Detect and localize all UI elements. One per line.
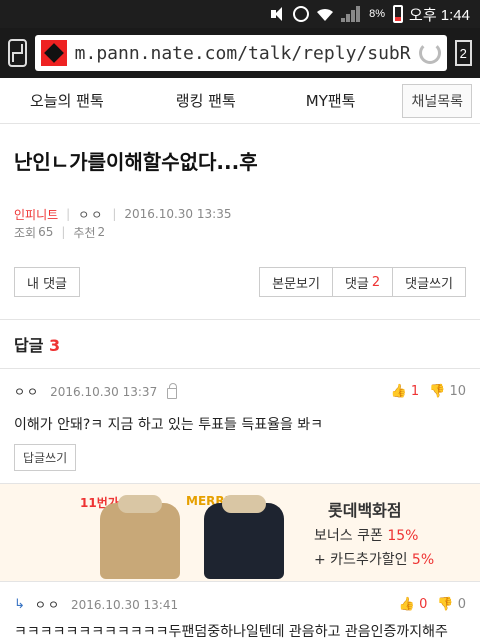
replies-label: 답글 — [14, 336, 44, 355]
sub-comment-datetime: 2016.10.30 13:41 — [71, 597, 179, 612]
comments-count: 2 — [371, 274, 381, 290]
signal-icon — [341, 6, 363, 22]
address-bar[interactable]: m.pann.nate.com/talk/reply/subR — [34, 35, 447, 71]
thumbs-down-button[interactable]: 👎 10 — [429, 384, 466, 399]
ad-banner[interactable]: 11번가 MERRELL 롯데백화점 보너스 쿠폰 15% + 카드추가할인 5… — [0, 484, 480, 582]
status-bar: 8% 오후 1:44 — [0, 0, 480, 28]
recommend-label: 추천 — [73, 225, 96, 240]
comment-item: ㅇㅇ 2016.10.30 13:37 👍 1 👎 10 이해가 안돼?ㅋ 지금… — [0, 369, 480, 484]
nav-today-fantalk[interactable]: 오늘의 팬톡 — [30, 90, 104, 111]
channel-list-button[interactable]: 채널목록 — [402, 83, 472, 118]
jacket-image-tan — [100, 494, 180, 579]
post-user: ㅇㅇ — [78, 207, 105, 222]
reply-arrow-icon: ↳ — [14, 597, 25, 612]
site-logo-icon — [40, 40, 67, 66]
channel-name[interactable]: 인피니트 — [14, 206, 58, 223]
view-post-button[interactable]: 본문보기 — [259, 267, 333, 297]
comment-body: 이해가 안돼?ㅋ 지금 하고 있는 투표들 득표율을 봐ㅋ — [14, 417, 324, 433]
ad-line1-value: 15% — [387, 527, 419, 544]
recommend-count: 2 — [97, 225, 106, 239]
nav-my-fantalk[interactable]: MY팬톡 — [306, 90, 356, 111]
comments-label: 댓글 — [344, 276, 369, 292]
clock: 오후 1:44 — [409, 6, 470, 24]
sub-thumbs-down-count: 0 — [457, 597, 466, 612]
reload-icon[interactable] — [418, 42, 441, 64]
mute-icon — [269, 6, 287, 22]
ad-line2-value: 5% — [411, 551, 435, 568]
post-datetime: 2016.10.30 13:35 — [124, 207, 232, 221]
ad-text: 롯데백화점 보너스 쿠폰 15% + 카드추가할인 5% — [314, 497, 434, 569]
nav-ranking-fantalk[interactable]: 랭킹 팬톡 — [176, 90, 236, 111]
comment-user: ㅇㅇ — [14, 385, 41, 399]
sub-comment-body: ㅋㅋㅋㅋㅋㅋㅋㅋㅋㅋㅋㅋ두팬덤중하나일텐데 관음하고 관음인증까지해주네?갸ㅂㅁ… — [14, 624, 448, 640]
my-comments-button[interactable]: 내 댓글 — [14, 267, 81, 297]
report-icon[interactable] — [167, 383, 178, 399]
thumbs-up-count: 1 — [410, 384, 420, 399]
replies-header: 답글 3 — [0, 320, 480, 369]
thumbs-down-icon: 👎 — [437, 597, 454, 612]
action-button-group: 본문보기 댓글 2 댓글쓰기 — [259, 267, 466, 297]
top-nav: 오늘의 팬톡 랭킹 팬톡 MY팬톡 채널목록 — [0, 78, 480, 124]
jacket-image-black — [204, 494, 284, 579]
sub-comment-item: ↳ ㅇㅇ 2016.10.30 13:41 👍 0 👎 0 ㅋㅋㅋㅋㅋㅋㅋㅋㅋㅋ… — [0, 582, 480, 640]
comments-button[interactable]: 댓글 2 — [332, 267, 394, 297]
thumbs-up-icon: 👍 — [398, 597, 415, 612]
exit-fullscreen-icon[interactable] — [8, 39, 27, 67]
browser-toolbar: m.pann.nate.com/talk/reply/subR 2 — [0, 28, 480, 78]
ad-line2: + 카드추가할인 — [314, 551, 408, 568]
battery-percent: 8% — [369, 8, 386, 20]
sub-comment-user: ㅇㅇ — [34, 598, 61, 612]
reply-write-button[interactable]: 답글쓰기 — [14, 444, 77, 471]
ad-line1: 보너스 쿠폰 — [314, 527, 383, 544]
sub-thumbs-up-button[interactable]: 👍 0 — [399, 597, 428, 612]
views-count: 65 — [38, 225, 54, 239]
views-label: 조회 — [14, 225, 37, 240]
sub-thumbs-down-button[interactable]: 👎 0 — [437, 597, 466, 612]
wifi-icon — [315, 6, 335, 22]
action-bar: 내 댓글 본문보기 댓글 2 댓글쓰기 — [0, 241, 480, 297]
thumbs-down-count: 10 — [449, 384, 466, 399]
ad-store: 롯데백화점 — [328, 500, 402, 520]
thumbs-up-button[interactable]: 👍 1 — [391, 384, 420, 399]
url-text[interactable]: m.pann.nate.com/talk/reply/subR — [75, 43, 411, 64]
write-comment-button[interactable]: 댓글쓰기 — [393, 267, 466, 297]
battery-icon — [393, 5, 404, 23]
thumbs-down-icon: 👎 — [429, 384, 446, 399]
post-title: 난인ㄴ가를이해할수없다...후 — [14, 150, 258, 174]
tabs-button[interactable]: 2 — [454, 40, 472, 66]
alarm-icon — [293, 6, 310, 22]
comment-datetime: 2016.10.30 13:37 — [50, 384, 158, 399]
sub-thumbs-up-count: 0 — [419, 597, 428, 612]
replies-count: 3 — [49, 336, 61, 355]
post-meta: 인피니트 | ㅇㅇ | 2016.10.30 13:35 조회 65 | 추천 … — [14, 206, 232, 240]
thumbs-up-icon: 👍 — [390, 384, 407, 399]
